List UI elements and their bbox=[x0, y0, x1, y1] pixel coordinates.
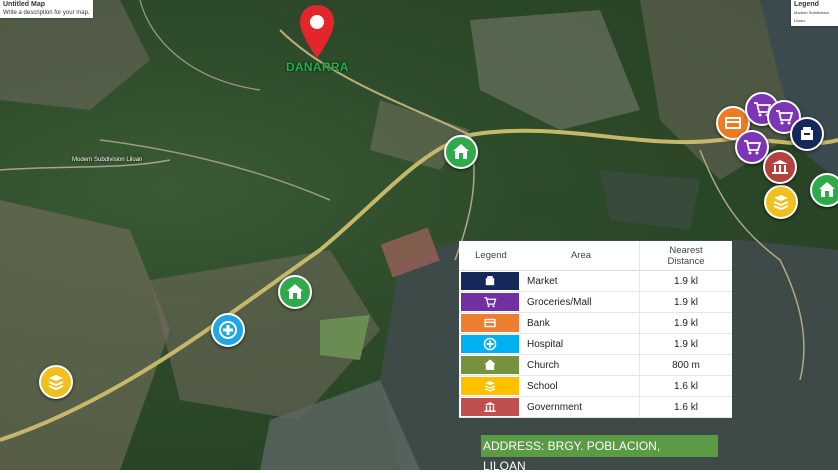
government-icon bbox=[484, 402, 496, 412]
place-label: Modern Subdivision Liloan bbox=[72, 157, 143, 163]
legend-row: School 1.6 kl bbox=[459, 375, 732, 397]
legend-row: Market 1.9 kl bbox=[459, 270, 732, 292]
school-icon bbox=[484, 381, 496, 392]
legend-area: Bank bbox=[523, 312, 640, 334]
legend-distance: 1.9 kl bbox=[639, 312, 732, 334]
legend-area: Government bbox=[523, 396, 640, 418]
legend-swatch bbox=[459, 312, 523, 334]
legend-row: Government 1.6 kl bbox=[459, 396, 732, 418]
legend-row: Hospital 1.9 kl bbox=[459, 333, 732, 355]
map-title-chip[interactable]: Untitled Map Write a description for you… bbox=[0, 0, 93, 18]
legend-distance: 1.6 kl bbox=[639, 375, 732, 397]
legend-distance: 1.9 kl bbox=[639, 333, 732, 355]
legend-area: Market bbox=[523, 270, 640, 292]
cart-icon bbox=[484, 297, 497, 308]
government-marker[interactable] bbox=[763, 150, 797, 184]
church-marker[interactable] bbox=[810, 173, 838, 207]
legend-header: Legend bbox=[459, 241, 523, 271]
legend-area: Groceries/Mall bbox=[523, 291, 640, 313]
school-icon bbox=[773, 195, 789, 211]
legend-area: Church bbox=[523, 354, 640, 376]
church-icon bbox=[819, 182, 835, 197]
market-icon bbox=[485, 276, 495, 286]
legend-row: Church 800 m bbox=[459, 354, 732, 376]
legend-row: Groceries/Mall 1.9 kl bbox=[459, 291, 732, 313]
legend-row: Bank 1.9 kl bbox=[459, 312, 732, 334]
legend-chip[interactable]: Legend Modern Subdivision Liloan bbox=[791, 0, 838, 26]
location-pin-icon[interactable] bbox=[297, 3, 337, 66]
hospital-marker[interactable] bbox=[211, 313, 245, 347]
hospital-icon bbox=[219, 321, 237, 339]
church-icon bbox=[484, 359, 496, 370]
legend-area: Hospital bbox=[523, 333, 640, 355]
legend-swatch bbox=[459, 333, 523, 355]
church-marker[interactable] bbox=[444, 135, 478, 169]
map-subtitle: Write a description for your map. bbox=[3, 10, 90, 16]
government-icon bbox=[772, 160, 788, 174]
legend-chip-subtitle: Modern Subdivision Liloan bbox=[794, 10, 830, 23]
school-marker[interactable] bbox=[39, 365, 73, 399]
legend-distance: 800 m bbox=[639, 354, 732, 376]
address-line2: LILOAN bbox=[483, 459, 526, 473]
legend-chip-title: Legend bbox=[794, 1, 819, 8]
pin-label: DANARRA bbox=[286, 60, 349, 74]
church-marker[interactable] bbox=[278, 275, 312, 309]
bank-card-icon bbox=[725, 117, 741, 129]
bank-card-icon bbox=[484, 318, 496, 328]
school-marker[interactable] bbox=[764, 185, 798, 219]
market-icon bbox=[801, 127, 813, 140]
school-icon bbox=[48, 375, 64, 391]
legend-swatch bbox=[459, 375, 523, 397]
address-line1: ADDRESS: BRGY. POBLACION, bbox=[483, 439, 661, 453]
legend-swatch bbox=[459, 354, 523, 376]
legend-distance: 1.9 kl bbox=[639, 270, 732, 292]
cart-icon bbox=[744, 140, 762, 155]
legend-swatch bbox=[459, 396, 523, 418]
church-icon bbox=[287, 284, 303, 299]
area-header: Area bbox=[523, 241, 640, 271]
legend-swatch bbox=[459, 270, 523, 292]
legend-distance: 1.6 kl bbox=[639, 396, 732, 418]
church-icon bbox=[453, 144, 469, 159]
market-marker[interactable] bbox=[790, 117, 824, 151]
legend-area: School bbox=[523, 375, 640, 397]
address-banner: ADDRESS: BRGY. POBLACION, LILOAN bbox=[481, 435, 718, 473]
map-title: Untitled Map bbox=[3, 1, 45, 8]
hospital-icon bbox=[483, 337, 497, 351]
legend-distance: 1.9 kl bbox=[639, 291, 732, 313]
distance-header: Nearest Distance bbox=[639, 241, 732, 271]
legend-table: Legend Area Nearest Distance Market 1.9 k… bbox=[459, 241, 732, 418]
cart-icon bbox=[776, 110, 794, 125]
legend-swatch bbox=[459, 291, 523, 313]
